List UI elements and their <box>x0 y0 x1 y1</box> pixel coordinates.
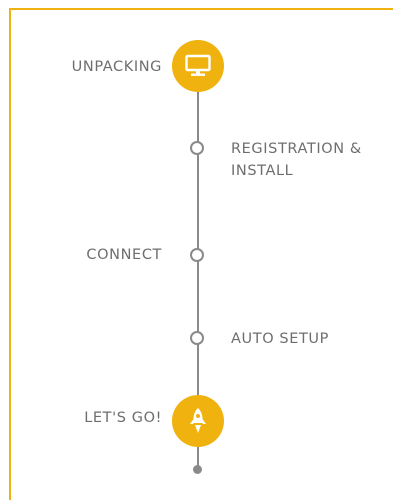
step-label-connect: CONNECT <box>86 247 162 263</box>
step-node-auto-setup <box>190 331 204 345</box>
step-label-auto-setup: AUTO SETUP <box>231 331 329 347</box>
accent-border-top <box>9 8 393 10</box>
step-node-registration <box>190 141 204 155</box>
step-node-connect <box>190 248 204 262</box>
rocket-icon <box>187 407 209 435</box>
step-label-unpacking: UNPACKING <box>71 59 162 75</box>
step-node-lets-go <box>172 395 224 447</box>
step-label-registration: REGISTRATION & INSTALL <box>231 141 362 179</box>
step-node-unpacking <box>172 40 224 92</box>
step-label-lets-go: LET'S GO! <box>84 410 162 426</box>
monitor-icon <box>185 54 211 78</box>
timeline-frame: UNPACKING REGISTRATION & INSTALL CONNECT… <box>0 0 393 500</box>
accent-border-left <box>9 8 11 500</box>
timeline-end-dot <box>193 465 202 474</box>
